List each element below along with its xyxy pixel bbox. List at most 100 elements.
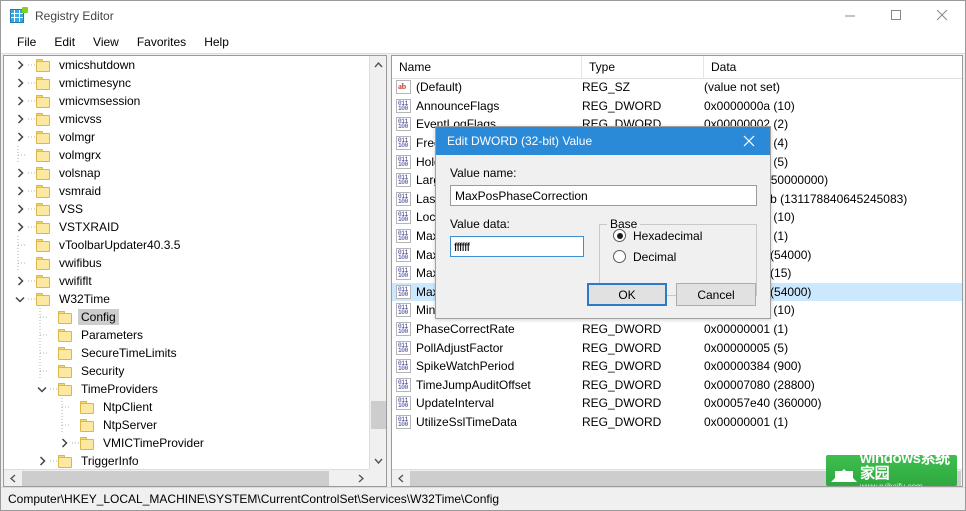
ok-button[interactable]: OK — [587, 283, 667, 306]
tree-node-triggerinfo[interactable]: TriggerInfo — [4, 452, 369, 469]
value-name-cell: ab(Default) — [392, 80, 582, 94]
tree-node-vmicvss[interactable]: vmicvss — [4, 110, 369, 128]
column-header-data[interactable]: Data — [704, 56, 962, 78]
tree-node-label: TriggerInfo — [78, 453, 142, 469]
cancel-button[interactable]: Cancel — [676, 283, 756, 306]
value-data-cell: 0x00000001 (1) — [704, 415, 962, 429]
chevron-right-icon[interactable] — [12, 164, 28, 182]
radio-hexadecimal-indicator[interactable] — [613, 229, 626, 242]
folder-icon — [36, 203, 51, 216]
chevron-right-icon[interactable] — [12, 218, 28, 236]
window-titlebar: Registry Editor — [1, 1, 965, 30]
column-header-name[interactable]: Name — [392, 56, 582, 78]
tree-scroll-left-button[interactable] — [4, 470, 21, 487]
tree-node-w32time[interactable]: W32Time — [4, 290, 369, 308]
tree-node-label: vmicshutdown — [56, 57, 138, 73]
menu-edit[interactable]: Edit — [45, 33, 84, 51]
tree-scroll-thumb[interactable] — [371, 401, 386, 429]
folder-icon — [36, 167, 51, 180]
menu-view[interactable]: View — [84, 33, 128, 51]
tree-node-vss[interactable]: VSS — [4, 200, 369, 218]
tree-node-config[interactable]: Config — [4, 308, 369, 326]
tree-horizontal-scrollbar[interactable] — [4, 469, 369, 486]
tree-node-vmicvmsession[interactable]: vmicvmsession — [4, 92, 369, 110]
chevron-right-icon[interactable] — [34, 452, 50, 469]
chevron-right-icon[interactable] — [12, 182, 28, 200]
table-row[interactable]: 011100PollAdjustFactorREG_DWORD0x0000000… — [392, 338, 962, 357]
chevron-right-icon[interactable] — [12, 110, 28, 128]
table-row[interactable]: 011100AnnounceFlagsREG_DWORD0x0000000a (… — [392, 97, 962, 116]
tree-hscroll-thumb[interactable] — [22, 471, 329, 486]
tree-node-security[interactable]: Security — [4, 362, 369, 380]
chevron-right-icon[interactable] — [12, 74, 28, 92]
value-data-input[interactable] — [450, 236, 584, 257]
table-row[interactable]: 011100TimeJumpAuditOffsetREG_DWORD0x0000… — [392, 376, 962, 395]
close-button[interactable] — [919, 1, 965, 30]
value-data-cell: 0x00000384 (900) — [704, 359, 962, 373]
tree-vertical-scrollbar[interactable] — [369, 56, 386, 469]
dword-value-icon: 011100 — [396, 396, 411, 410]
tree-node-vmictimeprovider[interactable]: VMICTimeProvider — [4, 434, 369, 452]
radio-decimal-label: Decimal — [633, 250, 676, 264]
tree-scroll-corner — [369, 469, 386, 486]
chevron-down-icon[interactable] — [34, 380, 50, 398]
menu-help[interactable]: Help — [195, 33, 238, 51]
table-row[interactable]: 011100UtilizeSslTimeDataREG_DWORD0x00000… — [392, 413, 962, 432]
folder-icon — [36, 95, 51, 108]
chevron-right-icon[interactable] — [56, 434, 72, 452]
tree-node-timeproviders[interactable]: TimeProviders — [4, 380, 369, 398]
dword-value-icon: 011100 — [396, 322, 411, 336]
tree-node-volsnap[interactable]: volsnap — [4, 164, 369, 182]
chevron-right-icon[interactable] — [12, 56, 28, 74]
tree-node-securetimelimits[interactable]: SecureTimeLimits — [4, 344, 369, 362]
menu-favorites[interactable]: Favorites — [128, 33, 195, 51]
tree-node-volmgr[interactable]: volmgr — [4, 128, 369, 146]
tree-connector — [28, 146, 36, 164]
tree-guide — [12, 236, 28, 254]
tree-guide — [34, 362, 50, 380]
tree-node-parameters[interactable]: Parameters — [4, 326, 369, 344]
tree-node-ntpclient[interactable]: NtpClient — [4, 398, 369, 416]
chevron-right-icon[interactable] — [12, 128, 28, 146]
table-row[interactable]: 011100UpdateIntervalREG_DWORD0x00057e40 … — [392, 394, 962, 413]
registry-tree[interactable]: vmicshutdownvmictimesyncvmicvmsessionvmi… — [4, 56, 369, 469]
value-data-cell: 0x0000000a (10) — [704, 99, 962, 113]
maximize-button[interactable] — [873, 1, 919, 30]
radio-decimal-indicator[interactable] — [613, 250, 626, 263]
dialog-body: Value name: Value data: Base Hexadecimal — [436, 155, 770, 318]
tree-scroll-up-button[interactable] — [370, 56, 387, 73]
table-row[interactable]: 011100PhaseCorrectRateREG_DWORD0x0000000… — [392, 320, 962, 339]
tree-scroll-right-button[interactable] — [352, 470, 369, 487]
tree-node-vtoolbarupdater40-3-5[interactable]: vToolbarUpdater40.3.5 — [4, 236, 369, 254]
tree-node-vwifibus[interactable]: vwifibus — [4, 254, 369, 272]
list-scroll-left-button[interactable] — [392, 470, 409, 487]
tree-node-vsmraid[interactable]: vsmraid — [4, 182, 369, 200]
minimize-button[interactable] — [827, 1, 873, 30]
table-row[interactable]: ab(Default)REG_SZ(value not set) — [392, 78, 962, 97]
value-name-input[interactable] — [450, 185, 757, 206]
tree-node-vmicshutdown[interactable]: vmicshutdown — [4, 56, 369, 74]
menu-file[interactable]: File — [8, 33, 45, 51]
radio-decimal[interactable]: Decimal — [613, 246, 756, 267]
table-row[interactable]: 011100SpikeWatchPeriodREG_DWORD0x0000038… — [392, 357, 962, 376]
tree-node-ntpserver[interactable]: NtpServer — [4, 416, 369, 434]
tree-node-volmgrx[interactable]: volmgrx — [4, 146, 369, 164]
tree-connector — [28, 74, 36, 92]
registry-editor-window: Registry Editor File Edit View Favorites… — [0, 0, 966, 511]
tree-node-vstxraid[interactable]: VSTXRAID — [4, 218, 369, 236]
edit-dword-dialog: Edit DWORD (32-bit) Value Value name: Va… — [435, 126, 771, 319]
dialog-close-button[interactable] — [728, 127, 770, 155]
tree-node-vmictimesync[interactable]: vmictimesync — [4, 74, 369, 92]
chevron-right-icon[interactable] — [12, 200, 28, 218]
chevron-right-icon[interactable] — [12, 92, 28, 110]
chevron-down-icon[interactable] — [12, 290, 28, 308]
tree-scroll-down-button[interactable] — [370, 452, 387, 469]
tree-node-label: VSTXRAID — [56, 219, 122, 235]
chevron-right-icon[interactable] — [12, 272, 28, 290]
dword-value-icon: 011100 — [396, 173, 411, 187]
value-name-cell: 011100AnnounceFlags — [392, 99, 582, 113]
value-data-cell: 0x00007080 (28800) — [704, 378, 962, 392]
column-header-type[interactable]: Type — [582, 56, 704, 78]
tree-guide — [34, 326, 50, 344]
tree-node-vwififlt[interactable]: vwififlt — [4, 272, 369, 290]
